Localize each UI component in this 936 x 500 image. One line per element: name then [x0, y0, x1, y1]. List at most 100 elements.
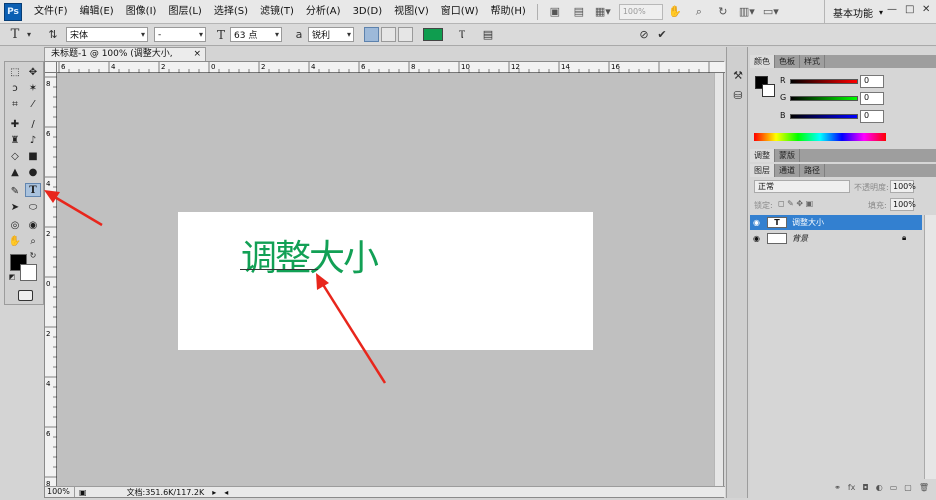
document-tab[interactable]: 未标题-1 @ 100% (调整大小, RGB/8) * ×	[44, 47, 206, 72]
blend-mode-select[interactable]: 正常	[754, 180, 850, 193]
arrange-documents-icon[interactable]: ▥▾	[738, 4, 756, 20]
pen-tool-icon[interactable]: ✎	[7, 184, 23, 198]
warp-text-icon[interactable]: Ⲧ	[453, 27, 471, 43]
layers-scrollbar[interactable]	[924, 215, 936, 479]
zoom-level-box[interactable]: 100%	[618, 3, 663, 20]
slider-g-value[interactable]: 0	[860, 92, 884, 105]
rotate-view-icon[interactable]: ↻	[714, 4, 732, 20]
adjustment-layer-icon[interactable]: ◐	[876, 483, 883, 492]
font-style-select[interactable]: - ▾	[154, 27, 206, 42]
status-zoom[interactable]: 100%	[45, 487, 75, 497]
tab-color[interactable]: 颜色	[750, 55, 775, 68]
menu-edit[interactable]: 编辑(E)	[74, 0, 120, 24]
menu-filter[interactable]: 滤镜(T)	[254, 0, 300, 24]
slider-g[interactable]: G 0	[780, 92, 930, 106]
healing-brush-tool-icon[interactable]: ✚	[7, 117, 23, 131]
tab-swatches[interactable]: 色板	[775, 55, 800, 68]
align-center-button[interactable]	[381, 27, 396, 42]
layer-mask-icon[interactable]: ◘	[862, 483, 868, 492]
shape-tool-icon[interactable]: ⬭	[25, 200, 41, 214]
dodge-tool-icon[interactable]: ●	[25, 165, 41, 179]
layer-row-text[interactable]: ◉ T 调整大小	[750, 215, 922, 230]
hand-tool-icon[interactable]: ✋	[666, 4, 684, 20]
hand-tool-icon[interactable]: ✋	[7, 234, 23, 248]
document-canvas[interactable]: 调整大小	[178, 212, 593, 350]
blur-tool-icon[interactable]: ▲	[7, 165, 23, 179]
menu-view[interactable]: 视图(V)	[388, 0, 435, 24]
3d-orbit-tool-icon[interactable]: ◉	[25, 218, 41, 232]
screen-mode-icon[interactable]: ▭▾	[762, 4, 780, 20]
align-right-button[interactable]	[398, 27, 413, 42]
slider-b-bar[interactable]	[790, 114, 858, 119]
lock-icons[interactable]: ◻ ✎ ✥ ▣	[778, 199, 813, 208]
zoom-tool-icon[interactable]: ⌕	[690, 4, 708, 20]
type-tool-preset-icon[interactable]: T	[6, 27, 24, 43]
close-tab-icon[interactable]: ×	[193, 48, 201, 61]
text-color-swatch[interactable]	[423, 28, 443, 41]
eraser-tool-icon[interactable]: ◇	[7, 149, 23, 163]
minimize-icon[interactable]: —	[887, 4, 897, 15]
history-panel-icon[interactable]: ⚒	[730, 67, 746, 83]
move-tool-icon[interactable]: ✥	[25, 65, 41, 79]
background-color-swatch[interactable]	[20, 264, 37, 281]
default-colors-icon[interactable]: ◩	[7, 272, 17, 282]
magic-wand-tool-icon[interactable]: ✶	[25, 81, 41, 95]
character-panel-icon[interactable]: ▤	[479, 27, 497, 43]
slider-b-value[interactable]: 0	[860, 110, 884, 123]
menu-help[interactable]: 帮助(H)	[485, 0, 532, 24]
tab-adjustments[interactable]: 调整	[750, 149, 775, 162]
vertical-ruler[interactable]: 864202468	[45, 73, 57, 488]
gradient-tool-icon[interactable]: ■	[25, 149, 41, 163]
3d-rotate-tool-icon[interactable]: ◎	[7, 218, 23, 232]
menu-window[interactable]: 窗口(W)	[435, 0, 485, 24]
clone-stamp-tool-icon[interactable]: ♜	[7, 133, 23, 147]
fill-field[interactable]: 100%	[890, 198, 916, 211]
slider-r-value[interactable]: 0	[860, 75, 884, 88]
font-family-select[interactable]: 宋体 ▾	[66, 27, 148, 42]
menu-file[interactable]: 文件(F)	[28, 0, 74, 24]
menu-layer[interactable]: 图层(L)	[162, 0, 207, 24]
restore-icon[interactable]: □	[905, 4, 914, 15]
lasso-tool-icon[interactable]: ↄ	[7, 81, 23, 95]
menu-3d[interactable]: 3D(D)	[347, 0, 389, 24]
color-bg-swatch[interactable]	[762, 84, 775, 97]
bridge-icon[interactable]: ▣	[546, 4, 564, 20]
vertical-scrollbar[interactable]	[714, 73, 723, 488]
slider-b[interactable]: B 0	[780, 110, 930, 124]
antialias-select[interactable]: 锐利 ▾	[308, 27, 354, 42]
visibility-eye-icon[interactable]: ◉	[753, 218, 760, 227]
path-selection-tool-icon[interactable]: ➤	[7, 200, 23, 214]
swap-colors-icon[interactable]: ↻	[28, 250, 38, 260]
type-tool-icon[interactable]: T	[25, 183, 41, 197]
tab-paths[interactable]: 路径	[800, 164, 825, 177]
marquee-tool-icon[interactable]: ⬚	[7, 65, 23, 79]
view-extras-icon[interactable]: ▦▾	[594, 4, 612, 20]
opacity-field[interactable]: 100%	[890, 180, 916, 193]
tab-styles[interactable]: 样式	[800, 55, 825, 68]
mini-bridge-icon[interactable]: ▤	[570, 4, 588, 20]
actions-panel-icon[interactable]: ⛁	[730, 87, 746, 103]
color-spectrum-bar[interactable]	[754, 133, 886, 141]
close-icon[interactable]: ✕	[922, 4, 930, 15]
slider-r-bar[interactable]	[790, 79, 858, 84]
brush-tool-icon[interactable]: /	[25, 117, 41, 131]
chevron-down-icon[interactable]: ▾	[24, 27, 34, 43]
quick-mask-icon[interactable]	[18, 290, 33, 301]
cancel-edits-icon[interactable]: ⊘	[635, 27, 653, 43]
ruler-origin[interactable]	[45, 62, 57, 73]
horizontal-ruler[interactable]: 6 4 2 0 2 4 6 8 10 12 14 16	[57, 62, 725, 73]
status-arrow-icon[interactable]: ▸	[212, 488, 216, 497]
scroll-left-icon[interactable]: ◂	[224, 488, 228, 497]
new-layer-icon[interactable]: ▢	[904, 483, 912, 492]
tab-channels[interactable]: 通道	[775, 164, 800, 177]
layer-row-background[interactable]: ◉ 背景 🔒︎	[750, 231, 922, 246]
layer-style-icon[interactable]: fx	[848, 483, 856, 492]
text-orientation-icon[interactable]: ⇅	[44, 27, 62, 43]
visibility-eye-icon[interactable]: ◉	[753, 234, 760, 243]
menu-select[interactable]: 选择(S)	[208, 0, 254, 24]
slider-g-bar[interactable]	[790, 96, 858, 101]
eyedropper-tool-icon[interactable]: ⁄	[25, 97, 41, 111]
history-brush-tool-icon[interactable]: ♪	[25, 133, 41, 147]
new-group-icon[interactable]: ▭	[890, 483, 898, 492]
tab-masks[interactable]: 蒙版	[775, 149, 800, 162]
